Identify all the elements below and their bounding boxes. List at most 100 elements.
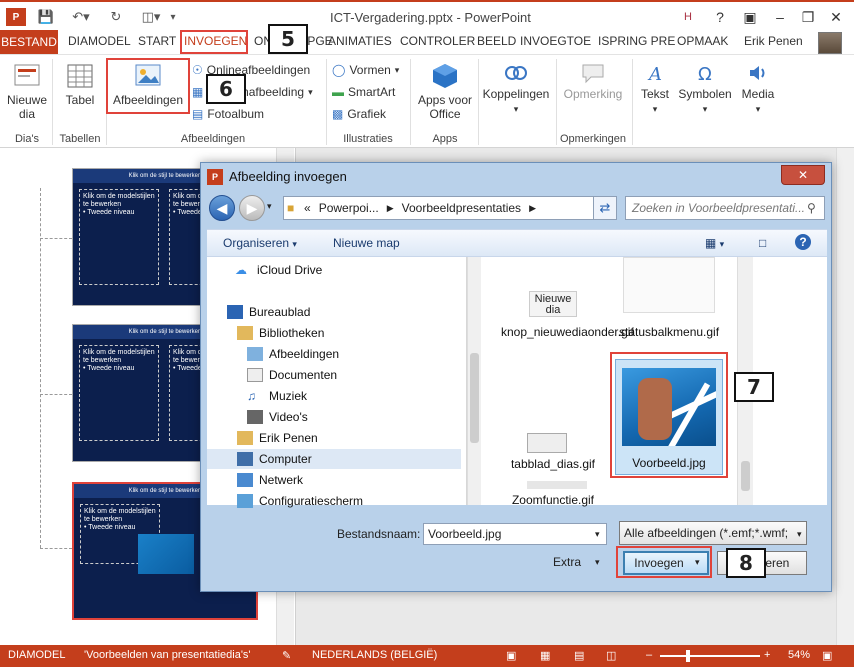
help-button[interactable]: ? [708,6,732,28]
tab-file[interactable]: BESTAND [0,30,58,54]
file-type-select[interactable]: Alle afbeeldingen (*.emf;*.wmf; [619,521,807,545]
search-icon: ⚲ [807,201,816,215]
undo-icon[interactable]: ↶▾ [66,8,96,26]
table-button[interactable]: Tabel [58,61,102,107]
zoom-out-icon[interactable]: – [646,649,652,661]
tree-item-pictures[interactable]: Afbeeldingen [247,347,339,361]
fit-slide-icon[interactable]: ▣ [822,649,832,662]
help-icon[interactable]: ? [795,234,811,250]
zoom-slider[interactable] [660,655,760,657]
text-button[interactable]: A Tekst ▾ [634,61,676,116]
dialog-close-button[interactable]: ✕ [781,165,825,185]
zoom-level[interactable]: 54% [788,649,810,661]
comment-button[interactable]: Opmerking [558,61,628,101]
slide-sorter-icon[interactable]: ▦ [540,649,550,662]
tree-item-music[interactable]: ♫ Muziek [247,389,307,403]
tab-format[interactable]: OPMAAK [677,34,728,48]
links-button[interactable]: Koppelingen ▾ [480,61,552,116]
avatar[interactable] [818,32,842,54]
tree-item-desktop[interactable]: Bureaublad [227,305,310,319]
hierarchy-line [40,394,72,395]
restore-button[interactable]: ❐ [796,6,820,28]
smartart-button[interactable]: ▬ SmartArt [332,85,395,99]
reading-view-icon[interactable]: ▤ [574,649,584,662]
tab-animations[interactable]: ANIMATIES [328,34,392,48]
chart-button[interactable]: ▩ Grafiek [332,107,386,121]
dropdown-arrow-icon[interactable]: ▾ [595,529,600,540]
save-icon[interactable]: 💾 [36,8,56,26]
new-slide-button[interactable]: Nieuwe dia [4,61,50,121]
scroll-thumb[interactable] [741,461,750,491]
store-icon [433,64,457,88]
file-item-statusbalk[interactable]: statusbalkmenu.gif [619,325,719,339]
tree-scrollbar[interactable] [467,257,481,505]
forward-arrow-icon[interactable]: ▶ [239,195,265,221]
symbols-button[interactable]: Ω Symbolen ▾ [676,61,734,116]
file-item-zoomfunctie[interactable]: Zoomfunctie.gif [493,493,613,507]
minimize-button[interactable]: – [768,6,792,28]
tree-item-documents[interactable]: Documenten [247,368,337,382]
tab-review[interactable]: CONTROLER [400,34,475,48]
history-dropdown-icon[interactable]: ▾ [267,201,272,212]
tools-menu[interactable]: Extra [553,555,581,569]
dropdown-arrow-icon[interactable]: ▾ [595,557,600,568]
search-input[interactable]: Zoeken in Voorbeeldpresentati... [625,196,825,220]
file-item-tabblad[interactable]: tabblad_dias.gif [493,457,613,471]
user-name[interactable]: Erik Penen [744,34,803,48]
customize-qat-icon[interactable]: ▾ [166,8,180,26]
status-language[interactable]: NEDERLANDS (BELGIË) [312,649,437,661]
tree-item-computer[interactable]: Computer [237,452,312,466]
tree-item-user[interactable]: Erik Penen [237,431,318,445]
shapes-button[interactable]: ◯ Vormen ▾ [332,63,399,77]
tell-me-icon[interactable]: H [676,6,700,28]
photo-album-button[interactable]: ▤ Fotoalbum [192,107,264,121]
editor-scrollbar[interactable] [836,148,854,645]
close-button[interactable]: ✕ [824,6,848,28]
zoom-slider-thumb[interactable] [686,650,690,662]
back-arrow-icon[interactable]: ◀ [209,195,235,221]
apps-label: Apps voor Office [417,93,473,121]
organize-label: Organiseren [223,236,290,250]
presentation-icon[interactable]: ◫▾ [136,8,166,26]
tab-view[interactable]: BEELD [477,34,516,48]
tree-item-libraries[interactable]: Bibliotheken [237,326,324,340]
slideshow-icon[interactable]: ◫ [606,649,616,662]
tab-home[interactable]: START [138,34,176,48]
callout-8: 8 [726,548,766,578]
filename-label: Bestandsnaam: [337,527,421,541]
tree-label: Muziek [269,389,308,403]
inserted-image [138,534,194,574]
apps-for-office-button[interactable]: Apps voor Office [414,61,476,121]
tab-slide-master[interactable]: DIAMODEL [68,34,131,48]
filename-input[interactable]: Voorbeeld.jpg [423,523,607,545]
dropdown-arrow-icon[interactable]: ▾ [797,529,802,540]
address-bar[interactable]: ■ « Powerpoi... ▶ Voorbeeldpresentaties … [283,196,613,220]
preview-pane-icon[interactable]: □ [759,236,766,250]
view-options-icon[interactable]: ▦ ▾ [705,236,724,250]
tree-item-network[interactable]: Netwerk [237,473,303,487]
breadcrumb-item[interactable]: Voorbeeldpresentaties [402,201,521,215]
callout-6: 6 [206,74,246,104]
normal-view-icon[interactable]: ▣ [506,649,516,662]
tree-item-control-panel[interactable]: Configuratiescherm [237,494,363,508]
table-label: Tabel [65,93,95,107]
spelling-icon[interactable]: ✎ [282,649,291,662]
new-folder-button[interactable]: Nieuwe map [333,236,400,250]
callout-7: 7 [734,372,774,402]
refresh-icon[interactable]: ⇄ [593,196,617,220]
scroll-thumb[interactable] [470,353,479,443]
tab-addins[interactable]: INVOEGTOE [520,34,591,48]
tree-item-icloud[interactable]: ☁ iCloud Drive [235,263,322,277]
ribbon-display-icon[interactable]: ▣ [738,6,762,28]
tree-item-videos[interactable]: Video's [247,410,308,424]
screenshot-icon: ▦ [192,85,204,99]
media-button[interactable]: Media ▾ [736,61,780,116]
zoom-in-icon[interactable]: + [764,649,770,661]
tab-ispring[interactable]: ISPRING PRE [598,34,675,48]
organize-button[interactable]: Organiseren ▾ [223,236,297,250]
redo-icon[interactable]: ↻ [106,8,126,26]
breadcrumb-item[interactable]: Powerpoi... [319,201,379,215]
slide-body-text: Klik om de modelstijlen te bewerken [83,349,155,364]
file-item-knop[interactable]: knop_nieuwediaonder.gif [501,325,634,339]
symbols-label: Symbolen [678,87,732,101]
